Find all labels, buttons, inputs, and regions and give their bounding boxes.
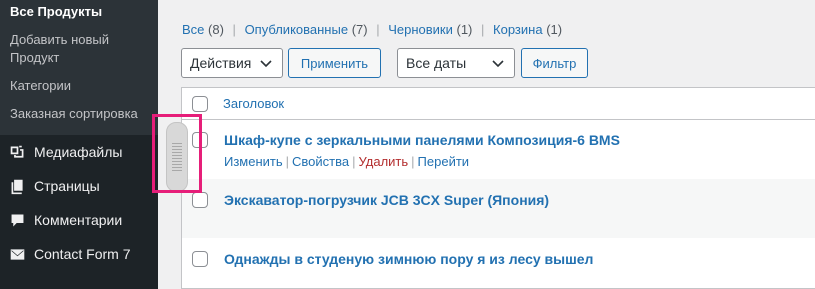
- bulk-actions-value: Действия: [190, 55, 252, 71]
- pages-icon: [7, 176, 27, 196]
- row-title-link[interactable]: Шкаф-купе с зеркальными панелями Компози…: [224, 132, 620, 148]
- filter-button[interactable]: Фильтр: [521, 48, 588, 78]
- chevron-down-icon: [260, 60, 272, 68]
- envelope-icon: [7, 244, 27, 264]
- row-title-link[interactable]: Экскаватор-погрузчик JCB 3CX Super (Япон…: [224, 192, 549, 208]
- table-row: Шкаф-купе с зеркальными панелями Компози…: [182, 120, 815, 179]
- sidebar-item-label: Страницы: [34, 178, 100, 194]
- filter-all-count: (8): [208, 22, 224, 37]
- admin-sidebar: Все Продукты Добавить новый Продукт Кате…: [0, 0, 158, 289]
- apply-button[interactable]: Применить: [288, 48, 381, 78]
- sidebar-item-media[interactable]: Медиафайлы: [0, 135, 158, 169]
- status-filters: Все (8) | Опубликованные (7) | Черновики…: [182, 22, 562, 37]
- highlight-box: [152, 114, 202, 193]
- date-filter-value: Все даты: [406, 55, 467, 71]
- filter-drafts-count: (1): [456, 22, 473, 37]
- submenu-add-product[interactable]: Добавить новый Продукт: [0, 26, 158, 72]
- row-action-delete[interactable]: Удалить: [359, 154, 409, 169]
- sidebar-item-pages[interactable]: Страницы: [0, 169, 158, 203]
- sidebar-item-label: Медиафайлы: [34, 144, 123, 160]
- date-filter-select[interactable]: Все даты: [397, 48, 515, 78]
- row-title-link[interactable]: Однажды в студеную зимнюю пору я из лесу…: [224, 251, 593, 267]
- column-title-header[interactable]: Заголовок: [223, 96, 284, 111]
- comments-icon: [7, 210, 27, 230]
- row-action-view[interactable]: Перейти: [418, 154, 470, 169]
- chevron-down-icon: [492, 60, 504, 68]
- filter-all[interactable]: Все: [182, 22, 204, 37]
- row-action-properties[interactable]: Свойства: [292, 154, 349, 169]
- row-actions: Изменить | Свойства | Удалить | Перейти: [224, 154, 620, 169]
- filter-drafts[interactable]: Черновики: [388, 22, 453, 37]
- sidebar-item-contact-form[interactable]: Contact Form 7: [0, 237, 158, 271]
- table-row: Однажды в студеную зимнюю пору я из лесу…: [182, 238, 815, 288]
- filter-separator: |: [481, 22, 485, 37]
- main-content: Все (8) | Опубликованные (7) | Черновики…: [158, 0, 815, 289]
- row-checkbox[interactable]: [192, 192, 208, 208]
- sidebar-item-label: Contact Form 7: [34, 246, 131, 262]
- table-row: Экскаватор-погрузчик JCB 3CX Super (Япон…: [182, 179, 815, 238]
- products-table: Заголовок Шкаф-купе с зеркальными панеля…: [181, 87, 815, 289]
- filter-separator: |: [232, 22, 236, 37]
- media-icon: [7, 142, 27, 162]
- filter-published-count: (7): [351, 22, 368, 37]
- filter-published[interactable]: Опубликованные: [245, 22, 349, 37]
- row-action-separator: |: [352, 154, 356, 169]
- row-action-separator: |: [411, 154, 415, 169]
- filter-trash-count: (1): [546, 22, 563, 37]
- submenu-all-products[interactable]: Все Продукты: [0, 0, 158, 26]
- sidebar-item-label: Комментарии: [34, 212, 123, 228]
- table-nav: Действия Применить Все даты Фильтр: [181, 48, 588, 78]
- row-action-edit[interactable]: Изменить: [224, 154, 283, 169]
- table-header: Заголовок: [182, 88, 815, 120]
- select-all-checkbox[interactable]: [192, 95, 208, 112]
- products-submenu: Все Продукты Добавить новый Продукт Кате…: [0, 0, 158, 135]
- submenu-categories[interactable]: Категории: [0, 72, 158, 100]
- row-action-separator: |: [285, 154, 290, 169]
- bulk-actions-select[interactable]: Действия: [181, 48, 283, 78]
- filter-separator: |: [376, 22, 380, 37]
- submenu-custom-order[interactable]: Заказная сортировка: [0, 100, 158, 128]
- filter-trash[interactable]: Корзина: [493, 22, 543, 37]
- row-checkbox[interactable]: [192, 251, 208, 267]
- sidebar-item-comments[interactable]: Комментарии: [0, 203, 158, 237]
